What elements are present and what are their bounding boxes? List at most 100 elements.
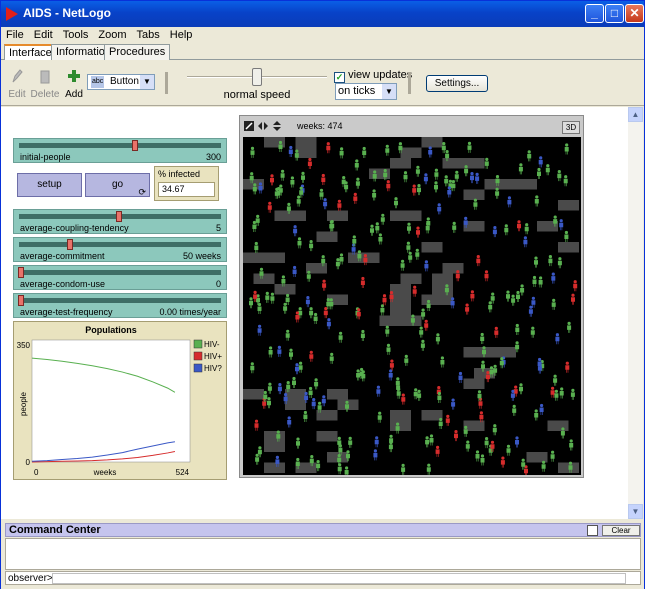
couple-patch <box>400 273 422 284</box>
slider-name: average-commitment <box>20 251 105 261</box>
chart-legend: HIV- HIV+ HIV? <box>193 339 222 373</box>
person-turtle <box>370 224 374 236</box>
couple-patch <box>316 431 338 442</box>
person-turtle <box>555 333 560 345</box>
scroll-up-icon[interactable]: ▲ <box>628 107 643 122</box>
slider-knob[interactable] <box>18 295 24 306</box>
person-turtle <box>550 450 555 462</box>
plot-area <box>31 339 191 463</box>
y-tick-max: 350 <box>17 341 31 350</box>
menu-zoom[interactable]: Zoom <box>93 27 131 43</box>
slider-average-test-frequency[interactable]: average-test-frequency 0.00 times/year <box>13 293 227 318</box>
menu-help[interactable]: Help <box>165 27 198 43</box>
slider-name: average-test-frequency <box>20 307 113 317</box>
person-turtle <box>360 276 365 288</box>
delete-tool[interactable]: Delete <box>30 68 60 100</box>
person-turtle <box>465 440 470 452</box>
slider-average-condom-use[interactable]: average-condom-use 0 <box>13 265 227 290</box>
menu-file[interactable]: File <box>1 27 29 43</box>
couple-patch <box>432 284 453 295</box>
world-canvas[interactable] <box>243 137 581 478</box>
widget-type-dropdown[interactable]: abc Button ▼ <box>87 74 155 90</box>
couple-patch <box>421 242 443 253</box>
person-turtle <box>292 265 297 277</box>
person-turtle <box>294 149 299 161</box>
person-turtle <box>335 258 340 270</box>
pan-vertical-icon[interactable] <box>273 121 281 131</box>
go-label: go <box>111 179 124 190</box>
clear-button[interactable]: Clear <box>602 525 640 536</box>
view-header: weeks: 474 3D <box>240 116 583 136</box>
person-turtle <box>326 318 331 330</box>
title-bar[interactable]: AIDS - NetLogo _ □ ✕ <box>1 1 644 27</box>
tab-interface[interactable]: Interface <box>4 44 57 61</box>
couple-patch <box>463 347 485 358</box>
couple-patch <box>264 252 285 263</box>
view-updates-checkbox[interactable]: ✓ <box>334 72 345 83</box>
slider-knob[interactable] <box>116 211 122 222</box>
tab-procedures[interactable]: Procedures <box>104 44 171 60</box>
minimize-button[interactable]: _ <box>585 4 604 23</box>
vertical-scrollbar[interactable]: ▲ ▼ <box>628 107 643 519</box>
scroll-down-icon[interactable]: ▼ <box>628 504 643 519</box>
person-turtle <box>389 359 394 371</box>
person-turtle <box>270 174 274 186</box>
view-updates[interactable]: ✓ view updates <box>334 69 412 83</box>
person-turtle <box>451 180 456 192</box>
person-turtle <box>519 383 523 395</box>
person-turtle <box>447 186 452 198</box>
couple-patch <box>505 179 527 190</box>
person-turtle <box>512 404 517 416</box>
slider-average-commitment[interactable]: average-commitment 50 weeks <box>13 237 227 262</box>
person-turtle <box>297 237 302 249</box>
expand-icon[interactable] <box>587 525 598 536</box>
maximize-button[interactable]: □ <box>605 4 624 23</box>
agent-type-label[interactable]: observer> <box>8 572 53 585</box>
person-turtle <box>492 226 497 238</box>
zoom-icon[interactable] <box>244 121 254 131</box>
menu-tabs[interactable]: Tabs <box>132 27 165 43</box>
person-turtle <box>550 386 555 398</box>
world-view: weeks: 474 3D <box>239 115 584 478</box>
update-mode-dropdown[interactable]: on ticks ▼ <box>335 83 397 100</box>
speed-knob[interactable] <box>252 68 262 86</box>
go-button[interactable]: go ⟳ <box>85 173 150 197</box>
person-turtle <box>569 439 574 451</box>
person-turtle <box>521 458 526 470</box>
person-turtle <box>311 398 316 410</box>
person-turtle <box>252 183 257 195</box>
setup-button[interactable]: setup <box>17 173 82 197</box>
settings-button[interactable]: Settings... <box>426 75 488 92</box>
person-turtle <box>445 414 450 426</box>
person-turtle <box>435 445 440 457</box>
person-turtle <box>455 270 460 282</box>
legend-label: HIV- <box>204 340 220 349</box>
person-turtle <box>425 436 430 448</box>
3d-view-button[interactable]: 3D <box>562 121 580 134</box>
slider-knob[interactable] <box>18 267 24 278</box>
person-turtle <box>470 290 475 302</box>
person-turtle <box>373 449 378 461</box>
person-turtle <box>554 389 559 401</box>
menu-tools[interactable]: Tools <box>58 27 94 43</box>
person-turtle <box>435 333 440 345</box>
slider-knob[interactable] <box>131 140 138 151</box>
command-output[interactable] <box>5 538 641 570</box>
legend-label: HIV+ <box>204 352 222 361</box>
person-turtle <box>406 241 411 253</box>
person-turtle <box>295 311 300 323</box>
edit-tool[interactable]: Edit <box>6 68 28 100</box>
close-button[interactable]: ✕ <box>625 4 644 23</box>
maximize-icon: □ <box>610 6 619 20</box>
slider-knob[interactable] <box>67 239 73 250</box>
person-turtle <box>280 169 285 181</box>
slider-initial-people[interactable]: initial-people 300 <box>13 138 227 163</box>
menu-edit[interactable]: Edit <box>29 27 58 43</box>
tick-counter: weeks: 474 <box>297 121 343 131</box>
slider-average-coupling-tendency[interactable]: average-coupling-tendency 5 <box>13 209 227 234</box>
pan-horizontal-icon[interactable] <box>258 122 268 130</box>
command-input[interactable] <box>52 573 626 584</box>
add-tool[interactable]: Add <box>63 68 85 100</box>
person-turtle <box>567 321 572 333</box>
person-turtle <box>377 411 382 423</box>
